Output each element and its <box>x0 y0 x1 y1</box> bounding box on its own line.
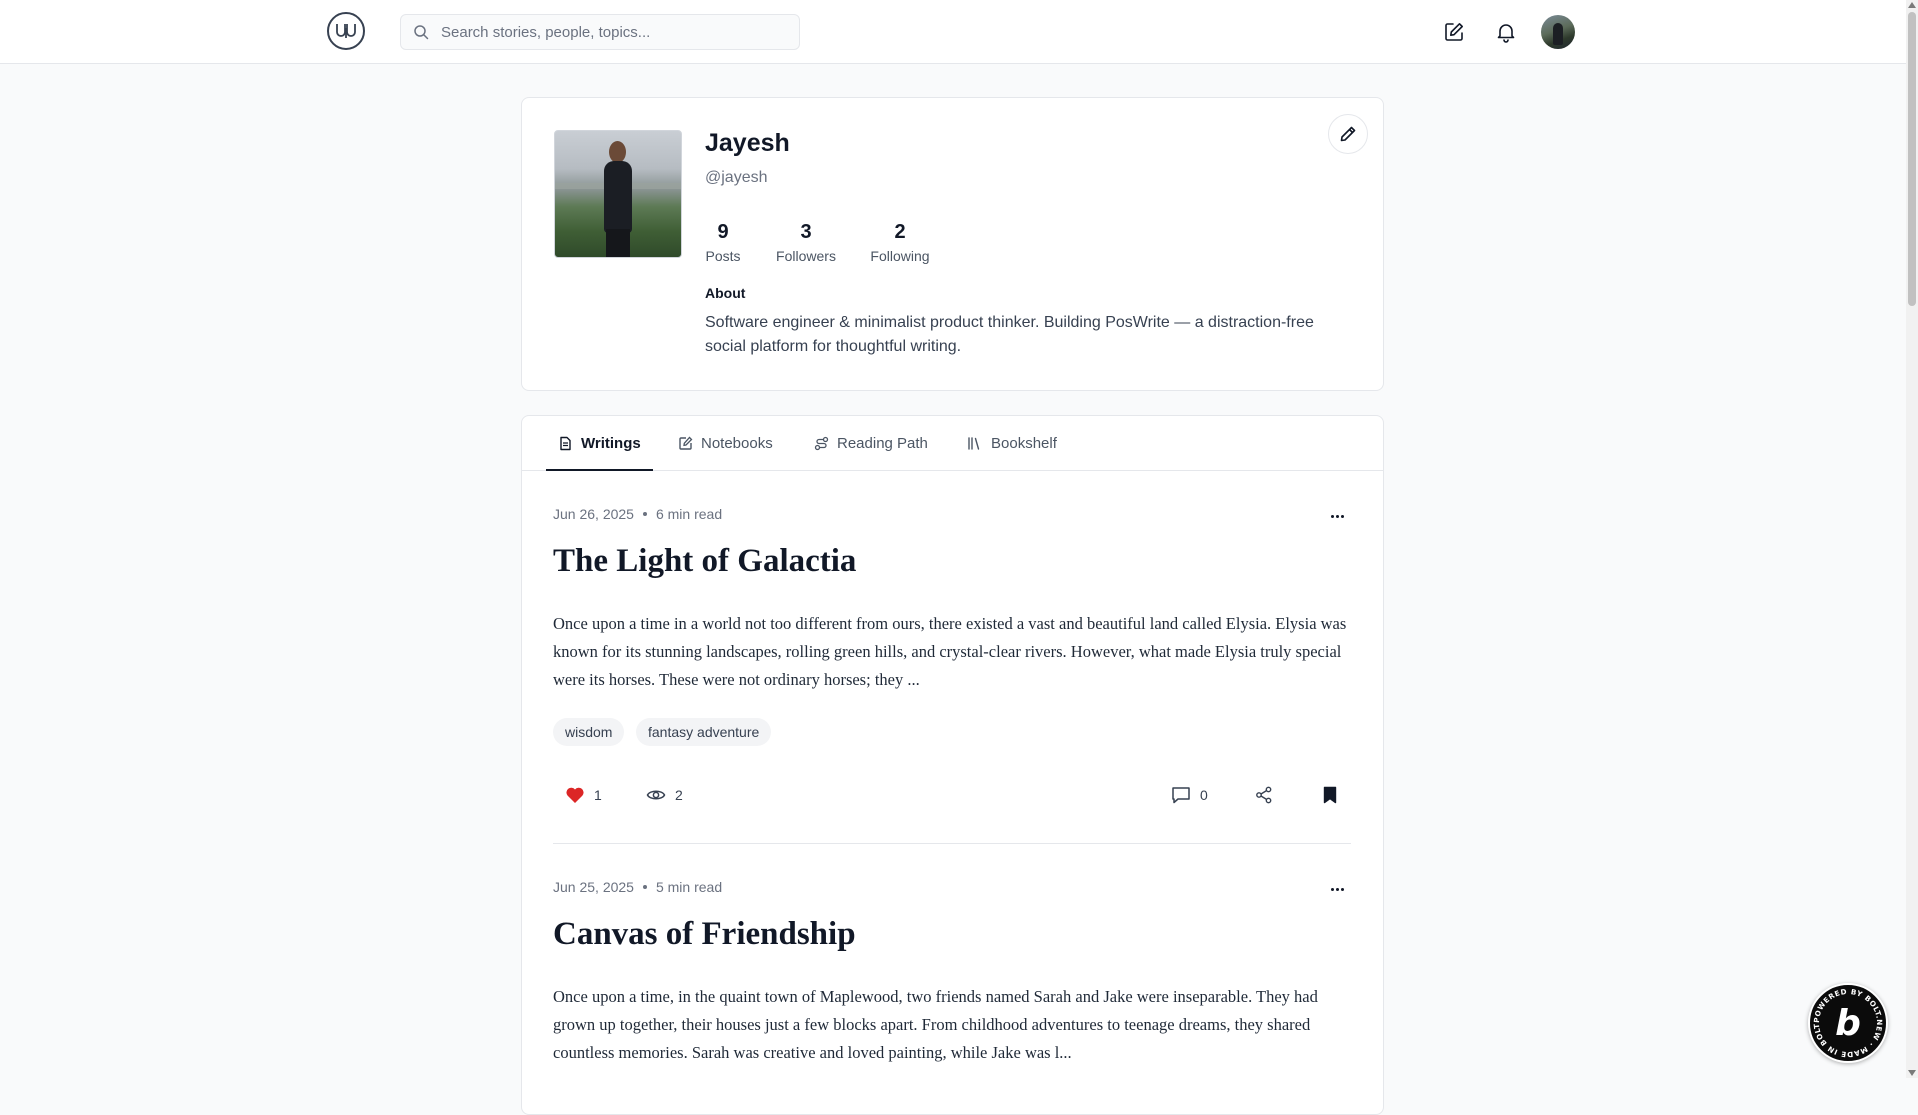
tab-label: Bookshelf <box>991 434 1057 452</box>
post-date: Jun 26, 2025 <box>553 506 634 522</box>
app-logo[interactable] <box>327 12 365 50</box>
tab-bookshelf[interactable]: Bookshelf <box>967 416 1057 470</box>
bell-icon <box>1497 24 1515 43</box>
bookmark-icon <box>1322 786 1338 804</box>
stat-label: Following <box>870 248 930 264</box>
post-title[interactable]: The Light of Galactia <box>553 543 856 580</box>
user-avatar-button[interactable] <box>1541 15 1575 49</box>
stat-followers[interactable]: 3 Followers <box>773 220 839 264</box>
more-dot <box>1335 887 1339 891</box>
about-text: Software engineer & minimalist product t… <box>705 314 1314 355</box>
tab-label: Notebooks <box>701 434 773 452</box>
post-item: Jun 26, 2025 6 min read The Light of Gal… <box>553 506 1351 768</box>
scroll-down-arrow[interactable] <box>1908 1070 1916 1076</box>
stat-value: 9 <box>717 221 729 243</box>
notifications-button[interactable] <box>1493 19 1519 45</box>
stat-value: 3 <box>800 221 812 243</box>
tab-label: Writings <box>581 434 641 452</box>
more-dots-icon <box>1330 514 1334 518</box>
share-button[interactable] <box>1255 786 1282 804</box>
stat-posts[interactable]: 9 Posts <box>705 220 741 264</box>
document-icon <box>558 436 573 451</box>
logo-mark-icon <box>336 24 356 38</box>
eye-icon <box>646 786 666 804</box>
top-navbar <box>0 0 1906 64</box>
stat-label: Followers <box>776 248 836 264</box>
tab-reading-path[interactable]: Reading Path <box>814 416 928 470</box>
pencil-icon <box>1340 126 1356 142</box>
post-title[interactable]: Canvas of Friendship <box>553 916 856 953</box>
like-button[interactable]: 1 <box>565 786 602 804</box>
page-scrollbar[interactable] <box>1906 0 1918 1078</box>
scroll-up-arrow[interactable] <box>1908 2 1916 8</box>
route-icon <box>814 436 829 451</box>
scrollbar-thumb[interactable] <box>1908 12 1916 306</box>
post-item: Jun 25, 2025 5 min read Canvas of Friend… <box>553 879 1351 1099</box>
tag-chip[interactable]: fantasy adventure <box>636 718 772 746</box>
more-dot <box>1340 887 1344 891</box>
badge-ring-text: POWERED BY BOLT.NEW · MADE IN BOLT.NEW · <box>1810 985 1884 1059</box>
bookmark-button[interactable] <box>1322 786 1347 804</box>
tag-chip[interactable]: wisdom <box>553 718 625 746</box>
more-dot <box>1340 514 1344 518</box>
profile-card: Jayesh @jayesh 9 Posts 3 Followers 2 Fol… <box>521 97 1384 391</box>
more-dots-icon <box>1330 887 1334 891</box>
about-heading: About <box>705 285 746 301</box>
heart-icon <box>565 786 585 804</box>
stat-following[interactable]: 2 Following <box>868 220 932 264</box>
comments-button[interactable]: 0 <box>1171 786 1208 804</box>
write-button[interactable] <box>1441 19 1467 45</box>
post-read-time: 6 min read <box>655 506 723 522</box>
search-bar[interactable] <box>400 14 800 50</box>
library-icon <box>967 436 983 451</box>
post-excerpt: Once upon a time, in the quaint town of … <box>553 987 1318 1062</box>
view-count: 2 <box>675 787 683 803</box>
profile-handle: @jayesh <box>705 169 768 186</box>
comment-count: 0 <box>1200 787 1208 803</box>
edit-profile-button[interactable] <box>1328 114 1368 154</box>
meta-separator <box>642 885 647 889</box>
more-dot <box>1335 514 1339 518</box>
notebook-edit-icon <box>678 436 693 451</box>
bolt-badge[interactable]: POWERED BY BOLT.NEW · MADE IN BOLT.NEW ·… <box>1808 983 1888 1063</box>
tab-label: Reading Path <box>837 434 928 452</box>
tab-writings[interactable]: Writings <box>546 416 653 471</box>
post-date: Jun 25, 2025 <box>553 879 634 895</box>
compose-icon <box>1445 23 1463 41</box>
tab-notebooks[interactable]: Notebooks <box>678 416 773 470</box>
stat-value: 2 <box>894 221 906 243</box>
profile-tabs: Writings Notebooks Reading Path Bookshel… <box>522 416 1383 471</box>
post-divider <box>553 843 1351 844</box>
comment-icon <box>1171 786 1191 804</box>
writings-card: Writings Notebooks Reading Path Bookshel… <box>521 415 1384 1115</box>
profile-name: Jayesh <box>705 129 790 157</box>
search-input[interactable] <box>439 22 783 42</box>
post-excerpt: Once upon a time in a world not too diff… <box>553 614 1347 689</box>
post-more-button[interactable] <box>1323 506 1351 526</box>
share-icon <box>1255 786 1273 804</box>
profile-photo <box>554 130 682 258</box>
search-icon <box>413 24 429 40</box>
views-counter: 2 <box>646 786 683 804</box>
post-read-time: 5 min read <box>655 879 723 895</box>
post-meta: Jun 25, 2025 5 min read <box>553 879 722 895</box>
post-meta: Jun 26, 2025 6 min read <box>553 506 722 522</box>
svg-text:POWERED BY BOLT.NEW · MADE IN: POWERED BY BOLT.NEW · MADE IN BOLT.NEW · <box>1810 985 1884 1059</box>
post-more-button[interactable] <box>1323 879 1351 899</box>
meta-separator <box>642 512 647 516</box>
like-count: 1 <box>594 787 602 803</box>
stat-label: Posts <box>705 248 741 264</box>
